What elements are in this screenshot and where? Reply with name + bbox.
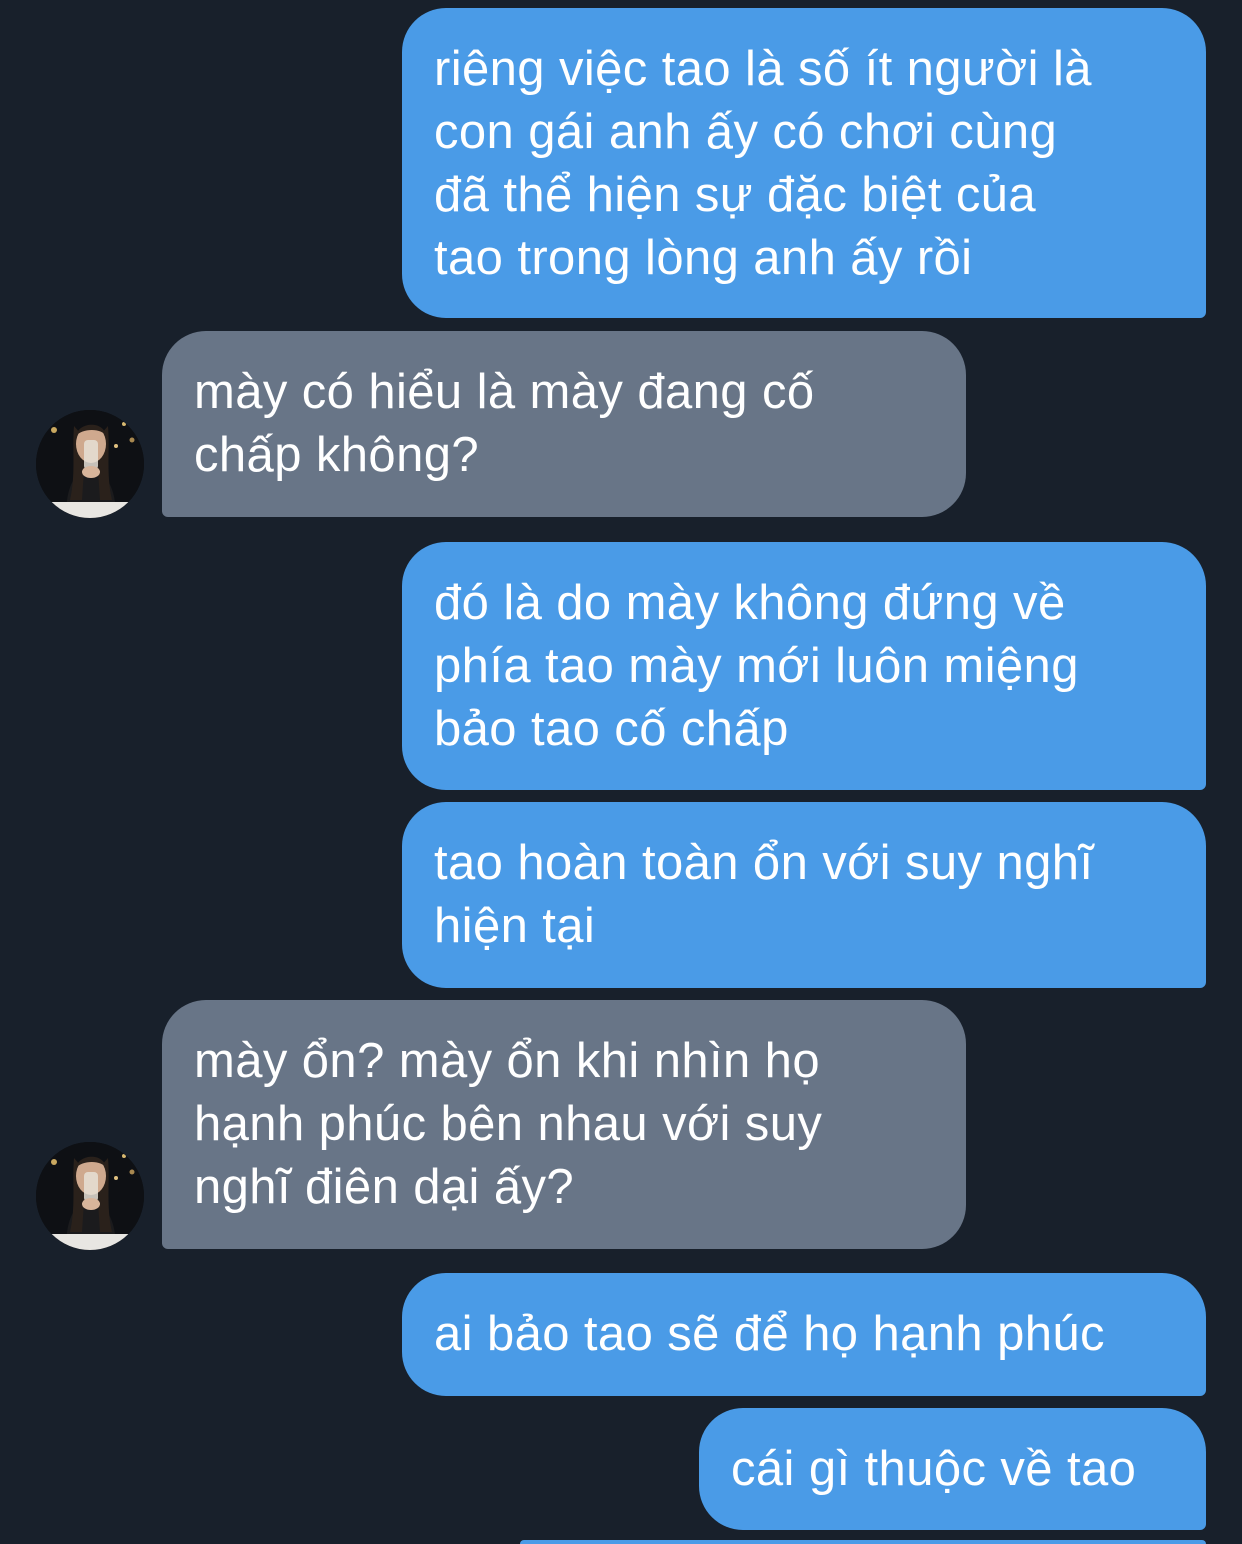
message-sent[interactable]: ai bảo tao sẽ để họ hạnh phúc xyxy=(402,1273,1206,1396)
contact-avatar[interactable] xyxy=(36,1142,144,1250)
contact-avatar[interactable] xyxy=(36,410,144,518)
avatar-photo-icon xyxy=(36,410,144,518)
message-sent[interactable]: tao hoàn toàn ổn với suy nghĩ hiện tại xyxy=(402,802,1206,988)
message-received[interactable]: mày có hiểu là mày đang cố chấp không? xyxy=(162,331,966,517)
message-sent-partial[interactable] xyxy=(520,1540,1206,1544)
chat-thread[interactable]: riêng việc tao là số ít người là con gái… xyxy=(0,0,1242,1544)
message-received[interactable]: mày ổn? mày ổn khi nhìn họ hạnh phúc bên… xyxy=(162,1000,966,1249)
message-sent[interactable]: đó là do mày không đứng về phía tao mày … xyxy=(402,542,1206,790)
message-sent[interactable]: riêng việc tao là số ít người là con gái… xyxy=(402,8,1206,318)
message-sent[interactable]: cái gì thuộc về tao xyxy=(699,1408,1206,1530)
avatar-photo-icon xyxy=(36,1142,144,1250)
